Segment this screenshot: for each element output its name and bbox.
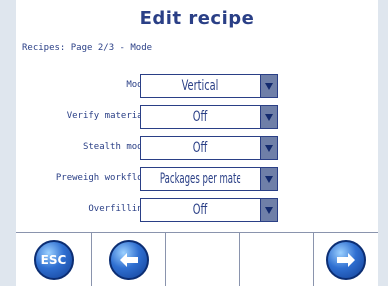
verify-material-label: Verify material [66,111,148,121]
field-row-overfilling: Overfilling Off [16,198,378,224]
edit-recipe-screen: Edit recipe Recipes: Page 2/3 - Mode Mod… [16,0,378,286]
page-subtitle: Recipes: Page 2/3 - Mode [22,43,153,53]
arrow-left-icon [108,240,149,280]
verify-material-dropdown[interactable]: Off [140,105,278,129]
chevron-down-icon[interactable] [260,106,277,128]
chevron-down-icon[interactable] [260,199,277,221]
back-button[interactable] [92,233,166,286]
preweigh-workflow-value: Packages per material [159,171,241,187]
stealth-mode-dropdown[interactable]: Off [140,136,278,160]
chevron-down-icon[interactable] [260,75,277,97]
field-row-verify-material: Verify material Off [16,105,378,131]
stealth-mode-label: Stealth mode [82,142,148,152]
overfilling-dropdown[interactable]: Off [140,198,278,222]
preweigh-workflow-dropdown[interactable]: Packages per material [140,167,278,191]
preweigh-workflow-label: Preweigh workflow [55,173,148,183]
arrow-right-glyph [337,253,355,267]
verify-material-value: Off [192,109,208,125]
chevron-down-icon[interactable] [260,137,277,159]
esc-icon: ESC [33,240,74,280]
field-row-mode: Mode Vertical [16,74,378,100]
toolbar-empty-slot[interactable] [166,233,240,286]
overfilling-value: Off [192,202,208,218]
chevron-down-icon[interactable] [260,168,277,190]
stealth-mode-value: Off [192,140,208,156]
next-button[interactable] [314,233,378,286]
esc-button[interactable]: ESC [16,233,92,286]
field-row-preweigh-workflow: Preweigh workflow Packages per material [16,167,378,193]
field-row-stealth-mode: Stealth mode Off [16,136,378,162]
toolbar-empty-slot[interactable] [240,233,314,286]
mode-dropdown[interactable]: Vertical [140,74,278,98]
arrow-left-glyph [119,253,138,267]
mode-value: Vertical [181,78,219,94]
arrow-right-icon [326,240,366,280]
bottom-toolbar: ESC [16,232,378,286]
page-title: Edit recipe [139,8,255,29]
esc-label: ESC [40,253,67,267]
